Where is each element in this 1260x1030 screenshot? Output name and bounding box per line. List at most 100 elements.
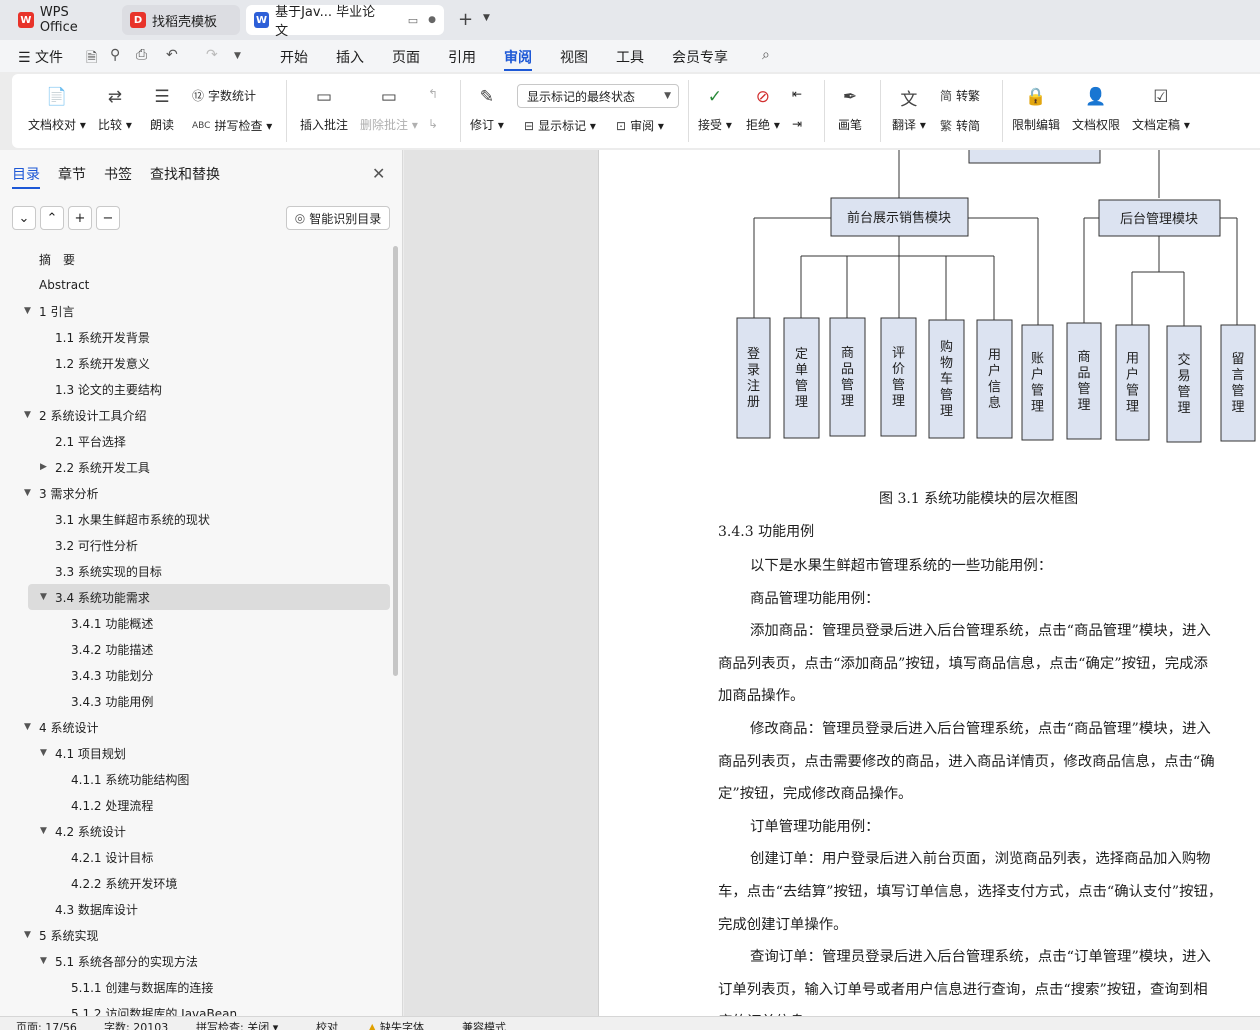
toc-item[interactable]: ▼ 2 系统设计工具介绍 — [24, 402, 390, 428]
expand-down-icon[interactable]: ▼ — [40, 748, 47, 758]
spell-check-button[interactable]: ABC 拼写检查 ▾ — [192, 117, 272, 134]
toc-item[interactable]: 摘 要 — [28, 246, 390, 272]
toc-item[interactable]: ▼ 1 引言 — [24, 298, 390, 324]
toc-item[interactable]: ▼ 5.1 系统各部分的实现方法 — [28, 948, 390, 974]
translate-button[interactable]: 文翻译 ▾ — [892, 84, 926, 133]
window-mode-icon[interactable]: ▭ — [408, 14, 418, 27]
toc-item[interactable]: 1.3 论文的主要结构 — [28, 376, 390, 402]
toc-item[interactable]: ▼ 4.2 系统设计 — [28, 818, 390, 844]
expand-down-icon[interactable]: ▼ — [24, 722, 31, 732]
expand-down-icon[interactable]: ▼ — [40, 826, 47, 836]
search-icon[interactable]: ⌕ — [762, 47, 770, 63]
tab-list-chevron-icon[interactable]: ▼ — [483, 13, 490, 23]
nav-tab-toc[interactable]: 目录 — [12, 164, 40, 189]
accept-button[interactable]: ✓ 接受 ▾ — [698, 84, 732, 133]
menu-insert[interactable]: 插入 — [336, 47, 364, 67]
to-traditional-button[interactable]: 简转繁 — [940, 87, 980, 104]
file-menu[interactable]: ☰ 文件 — [18, 47, 63, 67]
undo-icon[interactable]: ↶ — [166, 47, 178, 63]
expand-down-icon[interactable]: ▼ — [24, 488, 31, 498]
tab-current-document[interactable]: W 基于Jav... 毕业论文 ▭ ● — [246, 5, 444, 39]
remove-heading-icon[interactable]: − — [96, 206, 120, 230]
toc-item[interactable]: 3.4.3 功能划分 — [28, 662, 390, 688]
tab-docer-templates[interactable]: D 找稻壳模板 — [122, 5, 240, 35]
doc-permission-button[interactable]: 👤 文档权限 — [1072, 84, 1120, 133]
collapse-down-icon[interactable]: ⌄ — [12, 206, 36, 230]
menu-reference[interactable]: 引用 — [448, 47, 476, 67]
toc-item[interactable]: 2.1 平台选择 — [28, 428, 390, 454]
quick-access-chevron-icon[interactable]: ▼ — [234, 51, 241, 61]
toc-item[interactable]: 3.2 可行性分析 — [28, 532, 390, 558]
toc-item[interactable]: 4.2.1 设计目标 — [28, 844, 390, 870]
smart-toc-button[interactable]: ◎ 智能识别目录 — [286, 206, 390, 230]
toc-item[interactable]: ▼ 3 需求分析 — [24, 480, 390, 506]
add-heading-icon[interactable]: + — [68, 206, 92, 230]
revise-button[interactable]: ✎ 修订 ▾ — [470, 84, 504, 133]
brush-button[interactable]: ✒ 画笔 — [838, 84, 862, 133]
tab-wps-office[interactable]: W WPS Office — [10, 5, 118, 35]
toc-item[interactable]: ▼ 5 系统实现 — [24, 922, 390, 948]
show-markup-button[interactable]: ⊟ 显示标记 ▾ — [524, 117, 596, 134]
save-icon[interactable]: 🗎 — [86, 47, 97, 71]
unsaved-dot-icon[interactable]: ● — [428, 15, 436, 25]
insert-comment-button[interactable]: ▭ 插入批注 — [300, 84, 348, 133]
expand-down-icon[interactable]: ▼ — [40, 592, 47, 602]
nav-tab-find-replace[interactable]: 查找和替换 — [150, 164, 220, 184]
new-tab-icon[interactable]: + — [458, 9, 473, 30]
menu-start[interactable]: 开始 — [280, 47, 308, 67]
expand-down-icon[interactable]: ▼ — [24, 306, 31, 316]
missing-font-status[interactable]: ▲ 缺失字体 — [368, 1019, 424, 1030]
menu-review[interactable]: 审阅 — [504, 47, 532, 71]
expand-down-icon[interactable]: ▼ — [24, 930, 31, 940]
next-revision-icon[interactable]: ⇥ — [792, 117, 802, 131]
expand-right-icon[interactable]: ▶ — [40, 462, 47, 472]
restrict-edit-button[interactable]: 🔒 限制编辑 — [1012, 84, 1060, 133]
spell-check-status[interactable]: 拼写检查: 关闭 ▾ — [196, 1019, 278, 1030]
nav-tab-bookmarks[interactable]: 书签 — [104, 164, 132, 184]
expand-down-icon[interactable]: ▼ — [40, 956, 47, 966]
word-count-button[interactable]: ⑫ 字数统计 — [192, 87, 256, 104]
delete-comment-button[interactable]: ▭ 删除批注 ▾ — [360, 84, 418, 133]
toc-item[interactable]: Abstract — [28, 272, 390, 298]
toc-scrollbar[interactable] — [393, 246, 398, 676]
toc-item[interactable]: 3.4.2 功能描述 — [28, 636, 390, 662]
page-indicator[interactable]: 页面: 17/56 — [16, 1019, 77, 1030]
proof-status[interactable]: 校对 — [316, 1019, 338, 1030]
prev-revision-icon[interactable]: ⇤ — [792, 87, 802, 101]
reject-button[interactable]: ⊘ 拒绝 ▾ — [746, 84, 780, 133]
toc-item[interactable]: 4.1.2 处理流程 — [28, 792, 390, 818]
toc-item[interactable]: 3.4.1 功能概述 — [28, 610, 390, 636]
to-simplified-button[interactable]: 繁转简 — [940, 117, 980, 134]
toc-item[interactable]: 1.1 系统开发背景 — [28, 324, 390, 350]
toc-item[interactable]: 3.3 系统实现的目标 — [28, 558, 390, 584]
share-icon[interactable]: ⚲ — [110, 47, 120, 63]
toc-item[interactable]: ▼ 3.4 系统功能需求 — [28, 584, 390, 610]
nav-tab-chapters[interactable]: 章节 — [58, 164, 86, 184]
prev-comment-icon[interactable]: ↰ — [428, 87, 438, 101]
toc-item[interactable]: ▶ 2.2 系统开发工具 — [28, 454, 390, 480]
next-comment-icon[interactable]: ↳ — [428, 117, 438, 131]
expand-down-icon[interactable]: ▼ — [24, 410, 31, 420]
collapse-up-icon[interactable]: ⌃ — [40, 206, 64, 230]
print-preview-icon[interactable]: ⎙ — [136, 47, 147, 63]
read-aloud-button[interactable]: ☰ 朗读 — [150, 84, 174, 133]
finalize-button[interactable]: ☑ 文档定稿 ▾ — [1132, 84, 1190, 133]
menu-view[interactable]: 视图 — [560, 47, 588, 67]
toc-item[interactable]: 4.2.2 系统开发环境 — [28, 870, 390, 896]
word-count-status[interactable]: 字数: 20103 — [104, 1019, 168, 1030]
toc-item[interactable]: 4.1.1 系统功能结构图 — [28, 766, 390, 792]
toc-item[interactable]: 3.1 水果生鲜超市系统的现状 — [28, 506, 390, 532]
menu-page[interactable]: 页面 — [392, 47, 420, 67]
markup-state-select[interactable]: 显示标记的最终状态 ▼ — [517, 84, 679, 108]
toc-item[interactable]: ▼ 4 系统设计 — [24, 714, 390, 740]
compare-button[interactable]: ⇄ 比较 ▾ — [98, 84, 132, 133]
toc-item[interactable]: 1.2 系统开发意义 — [28, 350, 390, 376]
toc-item[interactable]: 5.1.1 创建与数据库的连接 — [28, 974, 390, 1000]
menu-tools[interactable]: 工具 — [616, 47, 644, 67]
close-icon[interactable]: ✕ — [372, 164, 385, 183]
redo-icon[interactable]: ↷ — [206, 47, 218, 63]
toc-item[interactable]: 3.4.3 功能用例 — [28, 688, 390, 714]
review-pane-button[interactable]: ⊡ 审阅 ▾ — [616, 117, 664, 134]
toc-item[interactable]: ▼ 4.1 项目规划 — [28, 740, 390, 766]
proofread-button[interactable]: 📄 文档校对 ▾ — [28, 84, 86, 133]
